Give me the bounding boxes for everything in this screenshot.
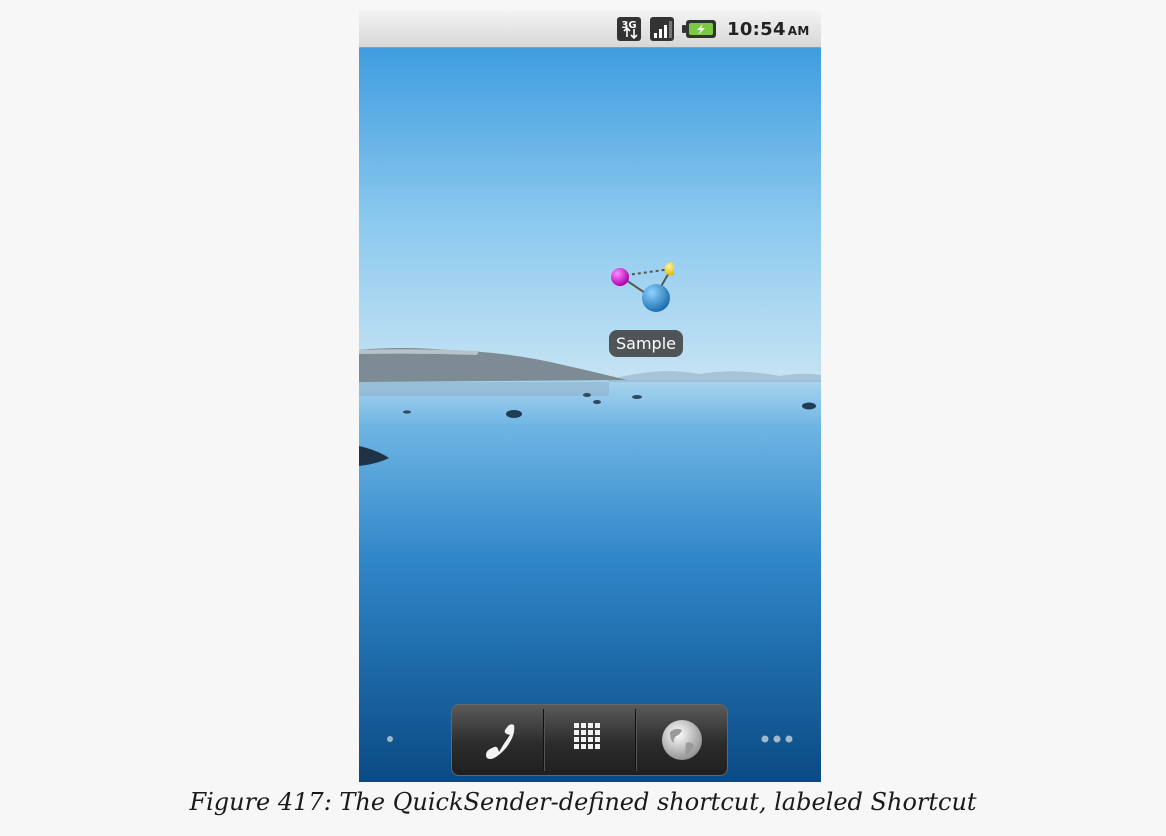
network-3g-icon: 3G xyxy=(617,17,641,41)
phone-screen: 3G 10:54 AM Sample xyxy=(359,10,821,782)
browser-globe-icon xyxy=(662,720,702,760)
status-clock: 10:54 AM xyxy=(727,19,810,40)
clock-time: 10:54 xyxy=(727,19,786,40)
phone-icon xyxy=(486,724,515,759)
molecule-icon[interactable] xyxy=(604,260,674,318)
status-bar: 3G 10:54 AM xyxy=(359,10,821,48)
phone-button[interactable] xyxy=(452,705,544,775)
shortcut-label[interactable]: Sample xyxy=(609,330,683,357)
battery-charging-icon xyxy=(682,20,716,38)
browser-button[interactable] xyxy=(636,705,728,775)
clock-ampm: AM xyxy=(787,24,810,38)
app-drawer-icon xyxy=(574,723,600,749)
page-indicator-left[interactable] xyxy=(385,734,395,744)
figure-caption: Figure 417: The QuickSender-defined shor… xyxy=(189,788,977,816)
page-indicator-right[interactable] xyxy=(759,734,795,744)
home-wallpaper xyxy=(359,48,821,782)
dock-bar xyxy=(451,704,728,776)
signal-strength-icon xyxy=(650,17,674,41)
app-drawer-button[interactable] xyxy=(544,705,636,775)
